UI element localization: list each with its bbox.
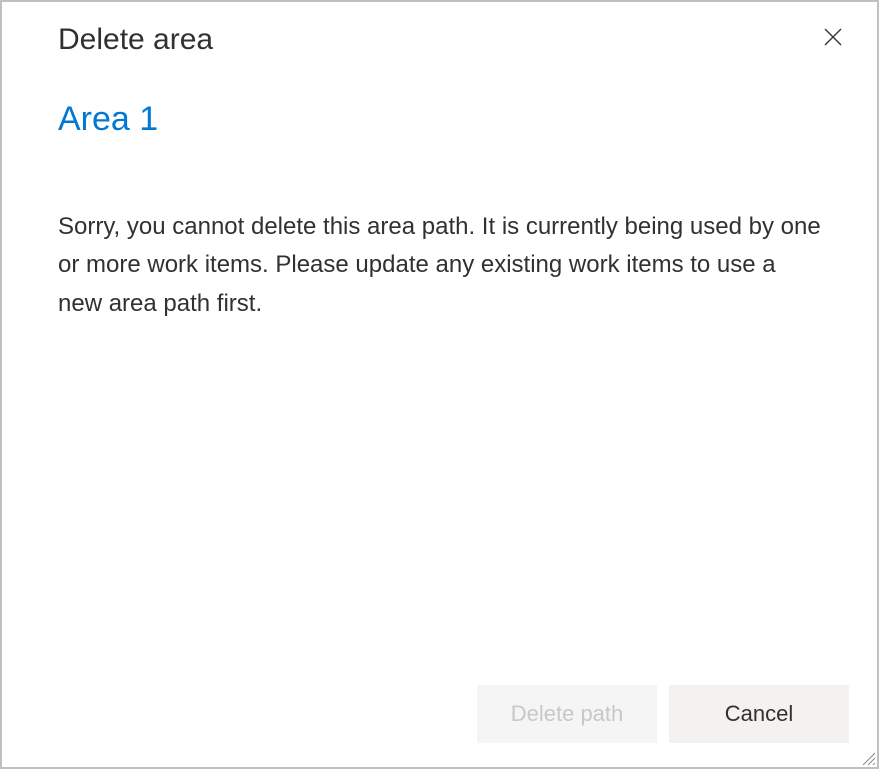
delete-area-dialog: Delete area Area 1 Sorry, you cannot del… <box>0 0 879 769</box>
resize-handle[interactable] <box>859 749 875 765</box>
area-name-heading: Area 1 <box>58 99 821 140</box>
delete-path-button: Delete path <box>477 685 657 743</box>
dialog-content: Area 1 Sorry, you cannot delete this are… <box>2 59 877 661</box>
close-icon <box>824 28 842 49</box>
dialog-footer: Delete path Cancel <box>2 661 877 767</box>
cancel-button[interactable]: Cancel <box>669 685 849 743</box>
close-button[interactable] <box>817 22 849 54</box>
error-message: Sorry, you cannot delete this area path.… <box>58 208 821 323</box>
dialog-title: Delete area <box>58 20 213 59</box>
dialog-header: Delete area <box>2 2 877 59</box>
